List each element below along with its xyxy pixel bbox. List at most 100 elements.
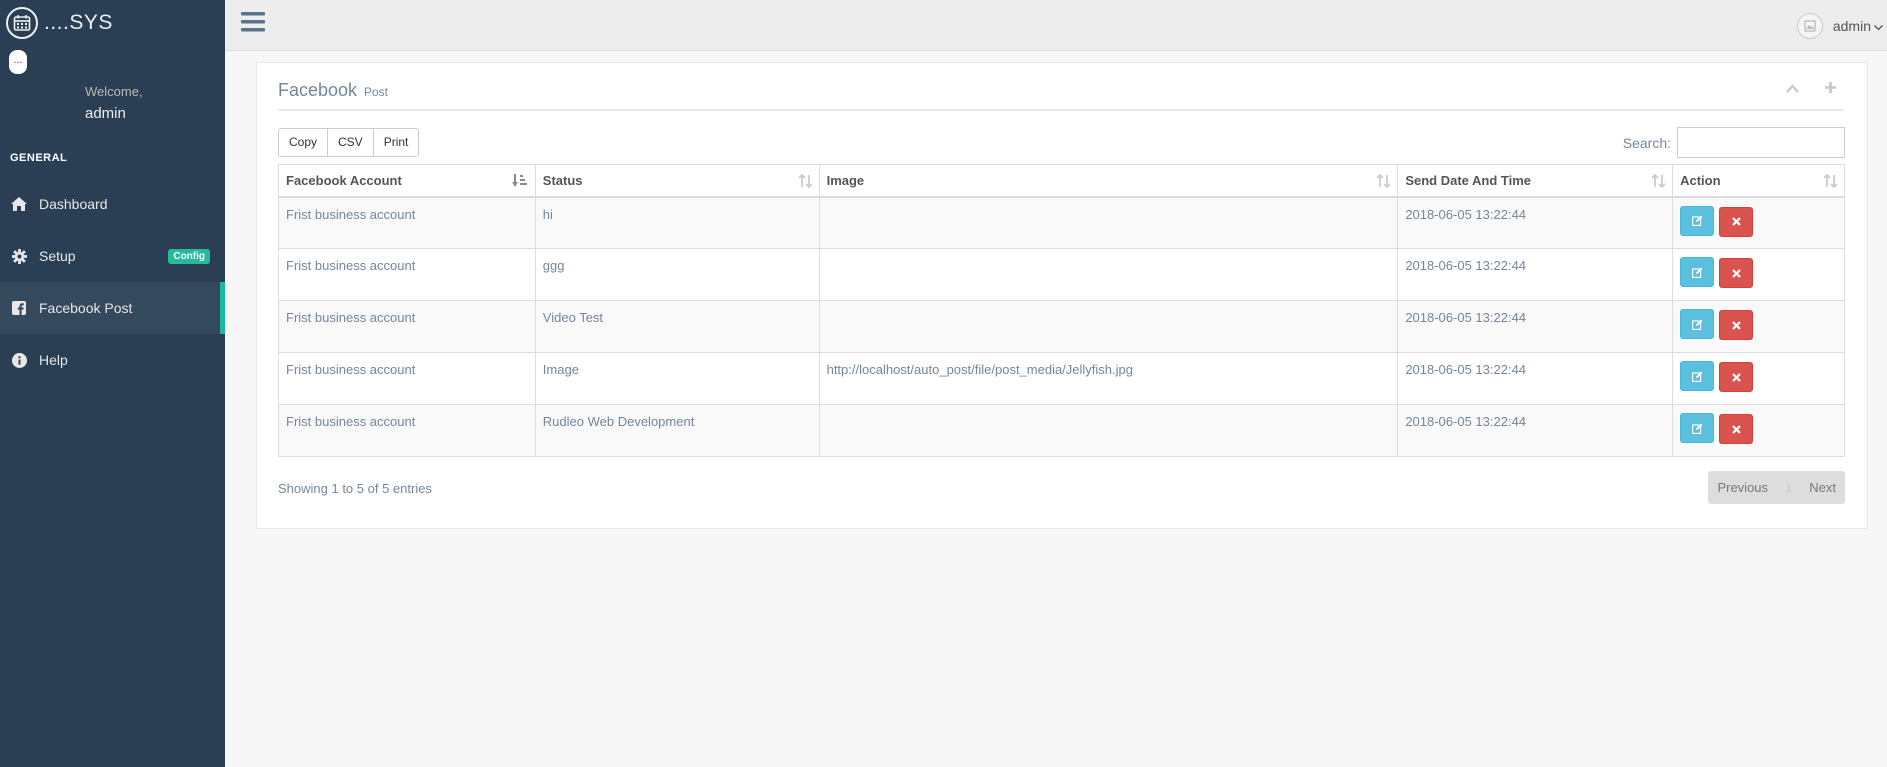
brand[interactable]: ....SYS: [0, 0, 225, 46]
table-row: Frist business account ggg 2018-06-05 13…: [278, 248, 1845, 301]
edit-icon: [1691, 215, 1702, 226]
edit-button[interactable]: [1680, 309, 1715, 339]
cell-image: http://localhost/auto_post/file/post_med…: [818, 352, 1399, 405]
sidebar-section-title: GENERAL: [10, 152, 68, 164]
delete-button[interactable]: [1719, 206, 1754, 237]
cell-status: hi: [534, 196, 820, 249]
pagination-next[interactable]: Next: [1800, 471, 1845, 504]
pagination-page-1[interactable]: 1: [1777, 471, 1800, 504]
sidebar-item-label: Setup: [39, 248, 76, 264]
sidebar-item-dashboard[interactable]: Dashboard: [0, 178, 225, 230]
info-circle-icon: [10, 352, 28, 368]
profile-username: admin: [85, 105, 126, 122]
pagination-previous[interactable]: Previous: [1708, 471, 1777, 504]
cell-datetime: 2018-06-05 13:22:44: [1397, 300, 1674, 353]
column-header-facebook-account[interactable]: Facebook Account: [278, 164, 536, 198]
cell-account: Frist business account: [278, 404, 536, 457]
export-buttons: Copy CSV Print: [278, 128, 420, 157]
sidebar-item-setup[interactable]: Setup Config: [0, 230, 225, 282]
edit-icon: [1691, 267, 1702, 278]
sort-ascending-icon: [511, 174, 528, 191]
csv-button[interactable]: CSV: [327, 128, 374, 157]
cell-datetime: 2018-06-05 13:22:44: [1397, 248, 1674, 301]
edit-button[interactable]: [1680, 361, 1715, 391]
copy-button[interactable]: Copy: [278, 128, 329, 157]
panel-title: Facebook Post: [278, 63, 1844, 111]
pagination: Previous 1 Next: [1708, 471, 1845, 504]
close-icon: [1731, 372, 1741, 382]
column-header-send-date[interactable]: Send Date And Time: [1397, 164, 1674, 198]
sort-icon: [1823, 173, 1838, 191]
user-avatar: [1796, 13, 1823, 39]
sidebar-item-help[interactable]: Help: [0, 334, 225, 386]
sidebar-item-label: Dashboard: [39, 196, 108, 212]
facebook-post-panel: Facebook Post Copy CSV Print Search: Fac…: [256, 62, 1868, 529]
cell-datetime: 2018-06-05 13:22:44: [1397, 352, 1674, 405]
cell-status: Rudleo Web Development: [534, 404, 820, 457]
posts-table: Facebook Account Status Image Send Date …: [278, 164, 1845, 457]
cell-action: [1672, 300, 1845, 353]
chevron-down-icon: [1874, 18, 1883, 34]
cell-status: ggg: [534, 248, 820, 301]
top-navigation: admin: [225, 0, 1887, 51]
user-menu-name: admin: [1832, 18, 1871, 34]
sidebar-item-facebook-post[interactable]: Facebook Post: [0, 282, 225, 334]
cell-action: [1672, 352, 1845, 405]
edit-button[interactable]: [1680, 257, 1715, 287]
print-button[interactable]: Print: [372, 128, 420, 157]
cell-action: [1672, 248, 1845, 301]
cell-image: [818, 404, 1399, 457]
close-icon: [1731, 320, 1741, 330]
cell-datetime: 2018-06-05 13:22:44: [1397, 404, 1674, 457]
edit-icon: [1691, 319, 1702, 330]
sidebar-item-label: Facebook Post: [39, 300, 133, 316]
profile: ... Welcome, admin: [0, 46, 225, 130]
column-header-status[interactable]: Status: [534, 164, 820, 198]
table-row: Frist business account hi 2018-06-05 13:…: [278, 196, 1845, 249]
collapse-icon[interactable]: [1786, 80, 1799, 96]
facebook-square-icon: [10, 301, 28, 315]
cell-image: [818, 248, 1399, 301]
column-header-image[interactable]: Image: [818, 164, 1399, 198]
welcome-text: Welcome,: [85, 84, 143, 99]
search-input[interactable]: [1677, 127, 1845, 158]
avatar[interactable]: ...: [9, 50, 27, 74]
cell-status: Video Test: [534, 300, 820, 353]
column-header-action[interactable]: Action: [1672, 164, 1845, 198]
sort-icon: [1376, 173, 1391, 191]
sort-icon: [1651, 173, 1666, 191]
cell-image: [818, 300, 1399, 353]
cell-image: [818, 196, 1399, 249]
sidebar: ....SYS ... Welcome, admin GENERAL Dashb…: [0, 0, 225, 767]
sidebar-item-label: Help: [39, 352, 68, 368]
edit-button[interactable]: [1680, 413, 1715, 443]
delete-button[interactable]: [1719, 362, 1754, 392]
home-icon: [10, 197, 28, 211]
cell-action: [1672, 404, 1845, 457]
delete-button[interactable]: [1719, 258, 1754, 288]
cell-datetime: 2018-06-05 13:22:44: [1397, 196, 1674, 249]
table-row: Frist business account Rudleo Web Develo…: [278, 404, 1845, 457]
delete-button[interactable]: [1719, 310, 1754, 340]
table-row: Frist business account Video Test 2018-0…: [278, 300, 1845, 353]
close-icon: [1731, 424, 1741, 434]
config-badge: Config: [168, 249, 210, 264]
cell-account: Frist business account: [278, 196, 536, 249]
menu-toggle-icon[interactable]: [241, 11, 265, 36]
gear-icon: [10, 248, 28, 264]
search-label: Search:: [1622, 134, 1671, 151]
sort-icon: [797, 173, 813, 191]
brand-title: ....SYS: [44, 11, 113, 34]
table-row: Frist business account Image http://loca…: [278, 352, 1845, 405]
table-header-row: Facebook Account Status Image Send Date …: [278, 164, 1845, 198]
calendar-icon: [6, 7, 38, 39]
user-menu[interactable]: admin: [1796, 13, 1883, 39]
cell-action: [1672, 196, 1845, 249]
delete-button[interactable]: [1719, 414, 1754, 444]
search: Search:: [1623, 127, 1845, 158]
cell-account: Frist business account: [278, 300, 536, 353]
edit-button[interactable]: [1680, 205, 1715, 236]
page-title: Facebook: [278, 80, 358, 100]
close-icon: [1731, 217, 1741, 226]
plus-icon[interactable]: [1825, 80, 1836, 96]
